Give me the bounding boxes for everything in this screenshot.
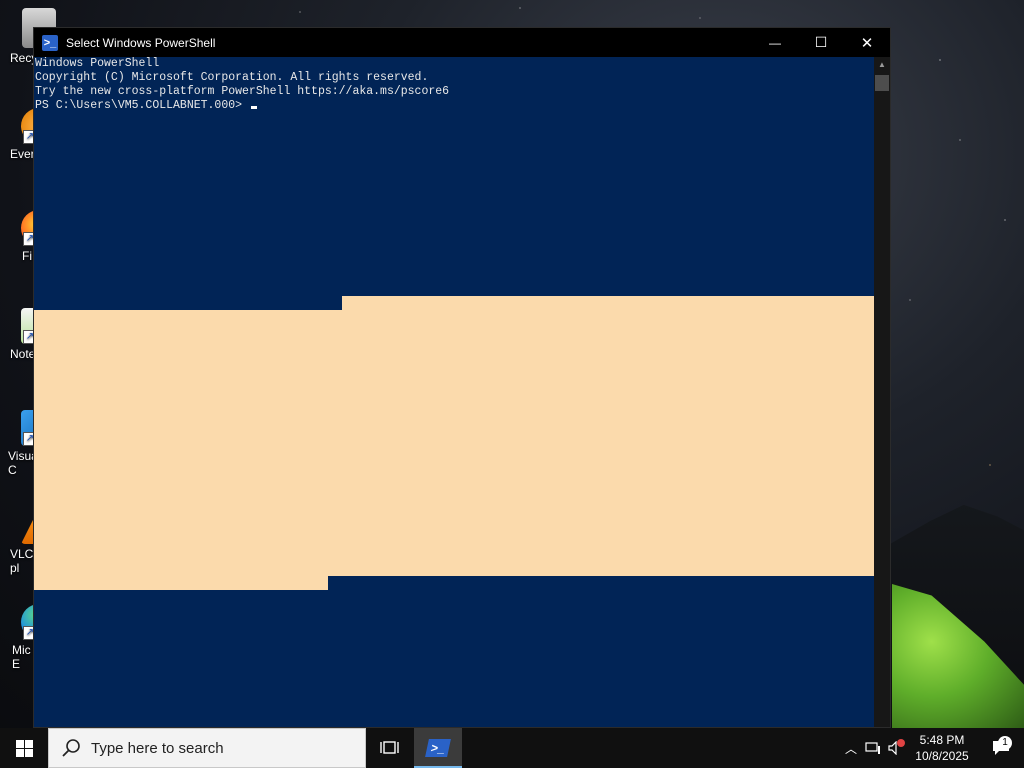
system-tray: ︿ 5:48 PM 10/8/2025 1 bbox=[840, 728, 1024, 768]
text-selection-highlight bbox=[34, 576, 328, 590]
show-hidden-icons-chevron-icon[interactable]: ︿ bbox=[840, 740, 862, 757]
text-cursor bbox=[250, 106, 257, 109]
clock-time: 5:48 PM bbox=[919, 733, 965, 747]
task-view-button[interactable] bbox=[366, 728, 414, 768]
console-prompt: PS C:\Users\VM5.COLLABNET.000> bbox=[35, 99, 249, 112]
window-title: Select Windows PowerShell bbox=[66, 35, 216, 50]
scrollbar-thumb[interactable] bbox=[875, 75, 889, 91]
search-icon bbox=[62, 739, 80, 757]
start-button[interactable] bbox=[0, 728, 48, 768]
mute-badge-icon bbox=[897, 739, 905, 747]
maximize-button[interactable]: ☐ bbox=[798, 28, 844, 57]
console-output[interactable]: Windows PowerShell Copyright (C) Microso… bbox=[34, 57, 874, 727]
console-prompt-row[interactable]: PS C:\Users\VM5.COLLABNET.000> bbox=[34, 99, 874, 113]
taskbar: Type here to search >_ ︿ 5:48 PM 10/8/20… bbox=[0, 728, 1024, 768]
scroll-up-arrow-icon[interactable]: ▲ bbox=[874, 57, 890, 73]
close-icon: ✕ bbox=[860, 34, 874, 52]
taskbar-clock[interactable]: 5:48 PM 10/8/2025 bbox=[906, 732, 978, 764]
taskbar-powershell-button[interactable]: >_ bbox=[414, 728, 462, 768]
title-bar[interactable]: >_ Select Windows PowerShell — ☐ ✕ bbox=[34, 28, 890, 57]
search-placeholder: Type here to search bbox=[91, 739, 224, 757]
minimize-icon: — bbox=[769, 35, 781, 50]
vertical-scrollbar[interactable]: ▲ bbox=[874, 57, 890, 727]
console-line: Try the new cross-platform PowerShell ht… bbox=[35, 85, 450, 98]
selection-unselected-gap bbox=[34, 296, 342, 310]
text-selection-highlight bbox=[34, 296, 874, 576]
windows-logo-icon bbox=[15, 739, 33, 757]
volume-muted-icon[interactable] bbox=[884, 739, 906, 755]
clock-date: 10/8/2025 bbox=[915, 749, 969, 763]
action-center-button[interactable]: 1 bbox=[978, 736, 1024, 756]
taskbar-search-box[interactable]: Type here to search bbox=[48, 728, 366, 768]
console-line: Windows PowerShell bbox=[35, 57, 160, 70]
notification-count-badge: 1 bbox=[998, 736, 1012, 750]
powershell-icon: >_ bbox=[42, 34, 58, 51]
maximize-icon: ☐ bbox=[814, 34, 828, 50]
task-view-icon bbox=[380, 741, 399, 754]
network-icon[interactable] bbox=[862, 741, 884, 755]
minimize-button[interactable]: — bbox=[752, 28, 798, 57]
powershell-window[interactable]: >_ Select Windows PowerShell — ☐ ✕ Windo… bbox=[33, 27, 891, 728]
console-line: Copyright (C) Microsoft Corporation. All… bbox=[35, 71, 429, 84]
close-button[interactable]: ✕ bbox=[844, 28, 890, 57]
powershell-taskbar-icon: >_ bbox=[425, 739, 451, 757]
